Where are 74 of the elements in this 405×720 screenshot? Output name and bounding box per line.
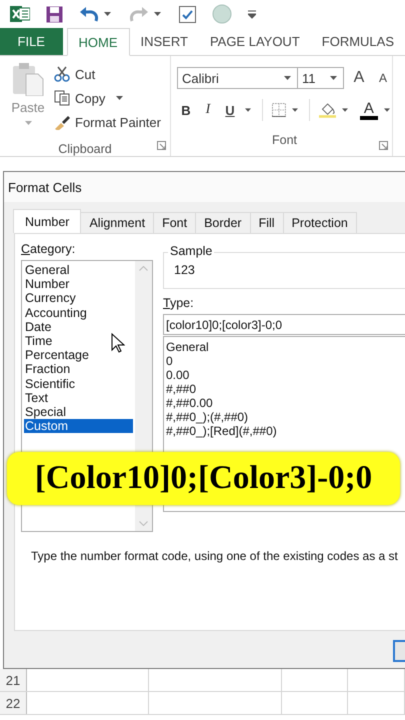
ribbon-tab[interactable]: FORMULAS	[310, 28, 405, 55]
caret-icon[interactable]	[104, 12, 111, 16]
ribbon-tab[interactable]: INSERT	[130, 28, 199, 55]
ribbon-tab[interactable]: HOME	[66, 28, 130, 56]
type-field[interactable]: [color10]0;[color3]-0;0	[163, 314, 405, 335]
sample-value: 123	[174, 263, 195, 277]
format-painter-button[interactable]: Format Painter	[54, 110, 161, 134]
caret-icon[interactable]	[342, 108, 348, 112]
undo-icon[interactable]	[79, 6, 99, 22]
customize-icon[interactable]	[248, 10, 256, 18]
format-item[interactable]: #,##0.00	[166, 396, 405, 410]
caret-icon[interactable]	[116, 96, 124, 100]
caret-icon[interactable]	[292, 108, 298, 112]
category-item[interactable]: Time	[24, 334, 133, 348]
group-label: Clipboard	[58, 142, 112, 156]
sample-label: Sample	[168, 244, 214, 258]
underline-button[interactable]: U	[221, 99, 239, 121]
type-label: Type:	[163, 296, 195, 312]
format-item[interactable]: #,##0_);(#,##0)	[166, 410, 405, 424]
caption-toast: [Color10]0;[Color3]-0;0	[7, 452, 400, 505]
category-item[interactable]: Percentage	[24, 348, 133, 362]
font-color-button[interactable]: A	[360, 100, 378, 120]
save-icon[interactable]	[46, 6, 63, 22]
checkbox-icon[interactable]	[179, 6, 196, 22]
excel-logo-icon[interactable]	[10, 5, 30, 23]
category-item[interactable]: Currency	[24, 291, 133, 306]
format-item[interactable]: 0	[166, 354, 405, 368]
ribbon-tab[interactable]: PAGE LAYOUT	[198, 28, 311, 55]
font-size-field[interactable]: 11	[298, 67, 344, 89]
shrink-font-button[interactable]: A	[374, 67, 392, 89]
scissors-icon	[54, 66, 70, 82]
category-item[interactable]: General	[24, 263, 133, 278]
copy-button[interactable]: Copy	[54, 86, 161, 110]
borders-icon[interactable]	[272, 102, 286, 118]
category-label: Category:	[21, 242, 76, 258]
format-item[interactable]: #,##0	[166, 382, 405, 396]
font-name-field[interactable]: Calibri	[177, 67, 298, 89]
bold-button[interactable]: B	[177, 99, 195, 121]
dialog-tab[interactable]: Number	[13, 209, 82, 233]
row-number: 21	[0, 669, 28, 691]
category-item[interactable]: Text	[24, 390, 133, 405]
category-item[interactable]: Accounting	[24, 306, 133, 320]
description-text: Type the number format code, using one of the existing codes as a st	[31, 549, 399, 563]
dialog-title: Format Cells	[4, 172, 405, 202]
category-item[interactable]: Date	[24, 320, 133, 334]
category-item[interactable]: Fraction	[24, 362, 133, 376]
paste-button[interactable]: Paste	[6, 62, 50, 126]
dialog-tab[interactable]: Protection	[282, 212, 357, 233]
caret-icon[interactable]	[330, 76, 337, 80]
row-number: 22	[0, 692, 28, 714]
dialog-tab[interactable]: Alignment	[80, 212, 154, 233]
category-item[interactable]: Number	[24, 277, 133, 292]
format-item[interactable]: General	[166, 340, 405, 354]
clipboard-icon	[12, 62, 44, 96]
copy-icon	[54, 90, 70, 106]
category-item[interactable]: Scientific	[24, 376, 133, 391]
italic-button[interactable]: I	[199, 99, 217, 121]
fill-color-icon[interactable]	[318, 101, 336, 119]
caret-icon[interactable]	[284, 76, 291, 80]
format-item[interactable]: 0.00	[166, 368, 405, 382]
cut-button[interactable]: Cut	[54, 62, 161, 86]
caret-icon[interactable]	[154, 12, 161, 16]
cursor-icon	[111, 333, 125, 353]
paintbrush-icon	[54, 114, 70, 130]
format-item[interactable]: #,##0_);[Red](#,##0)	[166, 424, 405, 438]
caret-icon[interactable]	[384, 108, 390, 112]
category-item[interactable]: Custom	[24, 419, 133, 434]
grow-font-button[interactable]: A	[350, 67, 368, 89]
category-item[interactable]: Special	[24, 404, 133, 420]
caret-icon[interactable]	[245, 108, 252, 112]
ribbon-tab[interactable]: FILE	[0, 28, 62, 55]
dialog-launcher-icon[interactable]	[157, 141, 166, 150]
group-label: Font	[272, 133, 297, 147]
dialog-launcher-icon[interactable]	[379, 141, 388, 150]
